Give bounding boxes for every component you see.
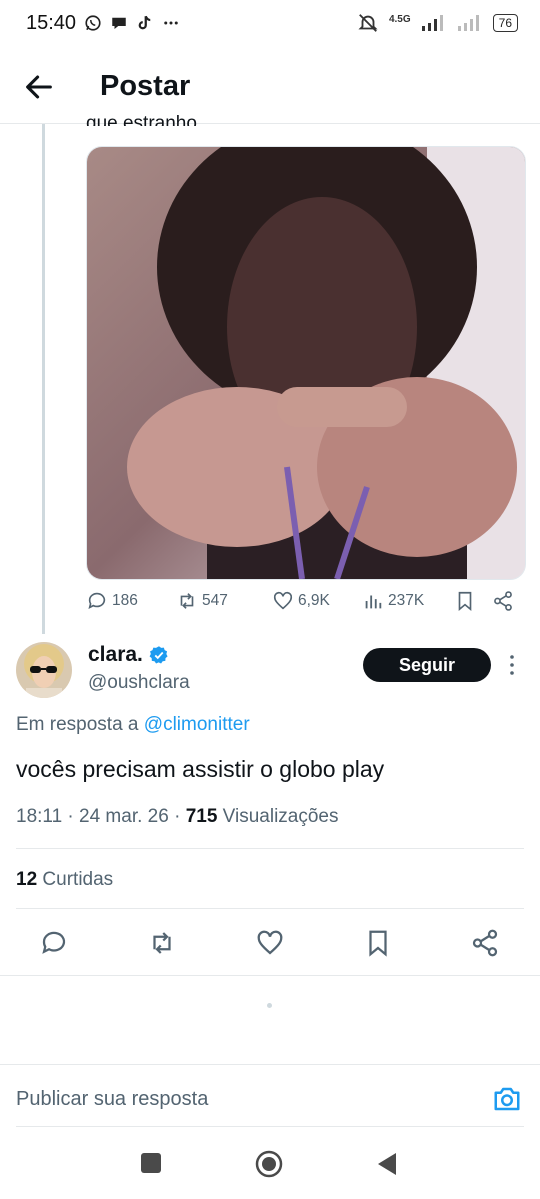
reply-button[interactable] [39,928,69,958]
loading-indicator [267,1003,272,1008]
back-button[interactable] [22,70,58,106]
tweet-actions [0,924,540,964]
views-button[interactable]: 237K [362,590,424,612]
like-button[interactable] [255,928,285,958]
tweet-media[interactable] [86,146,526,580]
signal-icon [421,15,443,31]
tweet-timestamp[interactable]: 18:11 · 24 mar. 26 · [16,806,180,827]
battery-icon: 76 [492,14,518,32]
tweet-views-count: 715 [185,806,218,827]
follow-button[interactable]: Seguir [363,648,491,682]
divider [16,1126,524,1127]
page-title: Postar [100,70,191,102]
divider [0,975,540,976]
more-options-button[interactable] [504,652,520,678]
share-button[interactable] [470,928,500,958]
camera-button[interactable] [492,1084,522,1114]
system-back-button[interactable] [375,1151,399,1177]
retweet-button[interactable] [147,928,177,958]
home-circle-icon [255,1150,283,1178]
home-button[interactable] [255,1150,283,1178]
author-name-text: clara. [88,643,143,666]
divider [16,908,524,909]
parent-tweet-text: que estranho [86,113,197,126]
retweet-icon [153,932,171,954]
reply-mention-link[interactable]: @climonitter [144,714,250,735]
more-dots-icon [164,21,178,25]
reply-button[interactable]: 186 [86,590,138,612]
share-icon [472,929,498,957]
likes-label: Curtidas [42,869,114,890]
media-image [87,147,525,579]
back-triangle-icon [378,1153,396,1175]
views-icon [365,595,382,609]
retweet-icon [180,593,194,609]
camera-icon [494,1087,520,1111]
heart-icon [257,930,283,955]
signal-icon [457,15,479,31]
bookmark-button[interactable] [363,928,393,958]
share-button[interactable] [492,590,514,612]
like-count: 6,9K [298,592,330,609]
reply-icon [88,592,106,609]
network-type: 4.5G [388,13,411,25]
more-vertical-icon [510,655,514,675]
reply-count: 186 [112,592,138,609]
parent-tweet-actions: 186 547 6,9K 237K [86,590,526,616]
whatsapp-icon [85,15,101,31]
recent-apps-button[interactable] [141,1153,161,1173]
notification-icons [84,14,180,32]
arrow-left-icon [26,75,52,99]
tweet-text: vocês precisam assistir o globo play [16,756,385,782]
bookmark-icon [458,591,472,612]
retweet-count: 547 [202,592,228,609]
verified-badge-icon [149,646,168,664]
mute-icon [358,14,378,32]
system-icons: 4.5G 76 [357,12,518,34]
header-divider [0,123,540,124]
avatar-image [16,642,72,698]
share-icon [494,591,512,611]
bookmark-icon [369,930,387,957]
reply-context: Em resposta a @climonitter [16,714,250,736]
tweet-views-label: Visualizações [222,806,339,827]
reply-icon [42,931,66,954]
status-bar: 15:40 4.5G 76 [0,0,540,50]
tweet-meta: 18:11 · 24 mar. 26 · 715 Visualizações [16,806,339,828]
reply-input[interactable] [16,1088,456,1111]
status-time: 15:40 [26,12,77,34]
thread-line [42,124,45,634]
like-button[interactable]: 6,9K [272,590,330,612]
views-count: 237K [388,592,425,609]
author-name[interactable]: clara. [88,643,169,667]
heart-icon [273,591,293,610]
divider [16,848,524,849]
retweet-button[interactable]: 547 [176,590,228,612]
bookmark-button[interactable] [454,590,476,612]
avatar[interactable] [16,642,72,698]
likes-count: 12 [16,869,38,890]
chat-icon [112,17,126,29]
tiktok-icon [138,15,151,30]
author-handle[interactable]: @oushclara [88,672,190,694]
likes-summary[interactable]: 12 Curtidas [16,869,113,891]
divider [0,1064,540,1065]
reply-prefix: Em resposta a [16,714,139,735]
